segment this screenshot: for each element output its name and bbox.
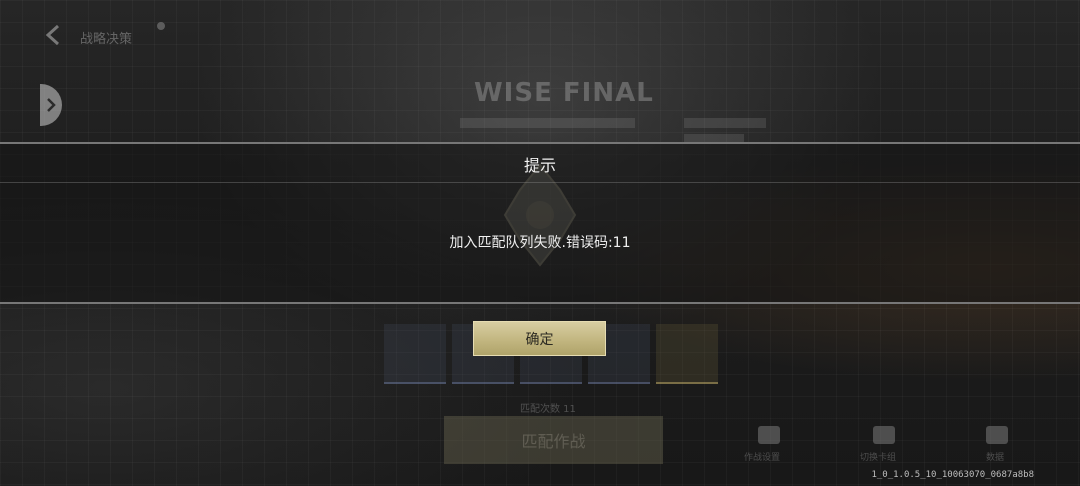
match-button-label: 匹配作战 — [521, 432, 586, 451]
dialog-message: 加入匹配队列失败.错误码:11 — [449, 235, 631, 251]
chevron-left-icon — [45, 24, 60, 46]
banner-title: WISE FINAL — [474, 78, 654, 108]
team-slot[interactable] — [384, 324, 446, 384]
switch-icon[interactable] — [873, 426, 895, 444]
team-slot[interactable] — [656, 324, 718, 384]
notification-dot — [157, 22, 165, 30]
match-count: 匹配次数 11 — [520, 404, 576, 415]
switch-label: 切换卡组 — [860, 453, 897, 463]
version-label: 1_0_1.0.5_10_10063070_0687a8b8 — [871, 470, 1034, 480]
stats-label: 数据 — [986, 453, 1005, 463]
screen-title: 战略决策 — [80, 32, 133, 47]
game-screen: 战略决策 WISE FINAL 匹配次数 11 匹配作战 作战设置 切换卡组 数… — [0, 0, 1080, 486]
stat-bar — [684, 118, 766, 128]
back-button[interactable] — [38, 20, 68, 50]
stats-icon[interactable] — [986, 426, 1008, 444]
match-button[interactable]: 匹配作战 — [444, 416, 663, 464]
confirm-button[interactable]: 确定 — [473, 321, 606, 356]
settings-icon[interactable] — [758, 426, 780, 444]
dialog-divider — [0, 182, 1080, 183]
chevron-right-icon — [47, 98, 56, 112]
alert-dialog: 提示 加入匹配队列失败.错误码:11 — [0, 142, 1080, 304]
banner-bar — [460, 118, 635, 128]
settings-label: 作战设置 — [744, 453, 781, 463]
dialog-title: 提示 — [523, 156, 556, 175]
side-expand-button[interactable] — [40, 84, 62, 126]
